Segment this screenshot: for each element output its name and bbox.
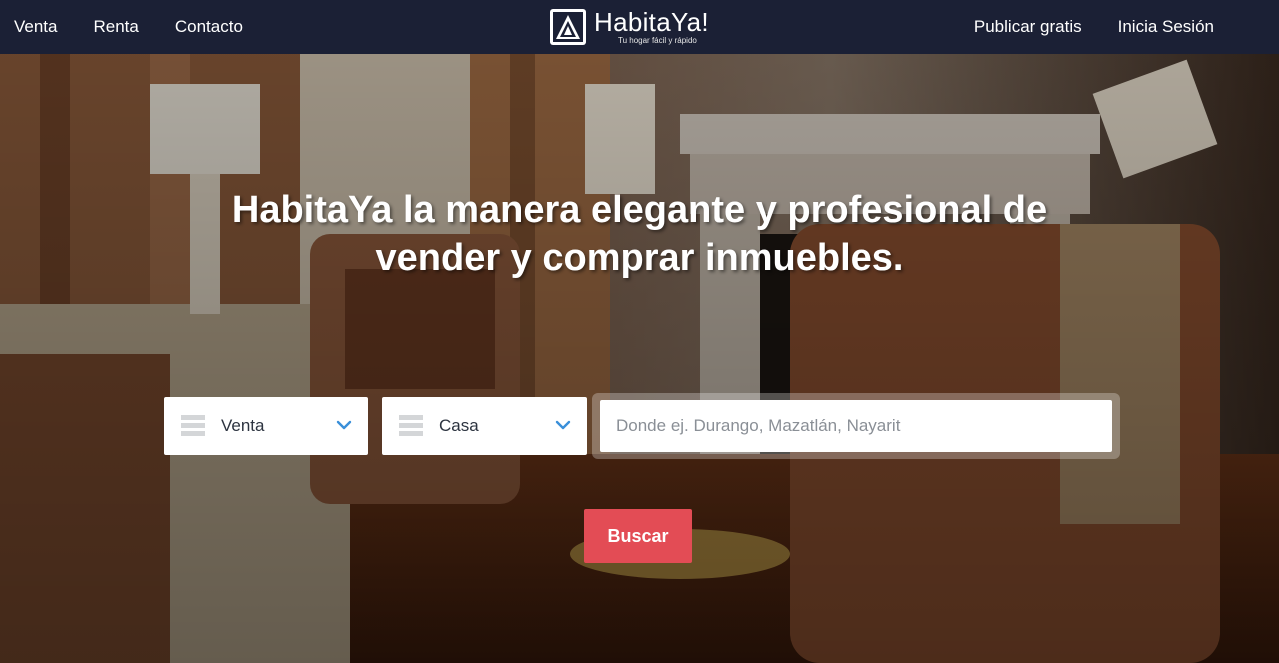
hero-headline: HabitaYa la manera elegante y profesiona… xyxy=(0,186,1279,282)
location-input-wrapper xyxy=(592,393,1120,459)
list-icon xyxy=(399,415,423,437)
property-type-select[interactable]: Casa xyxy=(382,397,587,455)
nav-left: Venta Renta Contacto xyxy=(14,0,279,54)
property-type-select-value: Casa xyxy=(439,416,479,435)
logo-icon xyxy=(550,9,586,45)
hero-headline-line1: HabitaYa la manera elegante y profesiona… xyxy=(231,189,1048,231)
top-navbar: Venta Renta Contacto HabitaYa! Tu hogar … xyxy=(0,0,1279,54)
nav-link-publicar-gratis[interactable]: Publicar gratis xyxy=(974,17,1082,37)
nav-link-renta[interactable]: Renta xyxy=(94,17,139,37)
hero-headline-line2: vender y comprar inmuebles. xyxy=(375,237,904,279)
nav-link-contacto[interactable]: Contacto xyxy=(175,17,243,37)
nav-link-iniciar-sesion[interactable]: Inicia Sesión xyxy=(1118,17,1214,37)
nav-link-venta[interactable]: Venta xyxy=(14,17,58,37)
search-button[interactable]: Buscar xyxy=(584,509,692,563)
location-search-input[interactable] xyxy=(600,400,1112,452)
list-icon xyxy=(181,415,205,437)
operation-select-value: Venta xyxy=(221,416,265,435)
hero-background-image xyxy=(0,54,1279,663)
hero-section: HabitaYa la manera elegante y profesiona… xyxy=(0,54,1279,663)
brand-name: HabitaYa! xyxy=(594,7,709,37)
brand-text: HabitaYa! Tu hogar fácil y rápido xyxy=(594,9,709,45)
operation-select[interactable]: Venta xyxy=(164,397,368,455)
chevron-down-icon xyxy=(555,420,571,430)
nav-right: Publicar gratis Inicia Sesión xyxy=(938,0,1214,54)
brand-logo-link[interactable]: HabitaYa! Tu hogar fácil y rápido xyxy=(550,6,709,48)
brand-tagline: Tu hogar fácil y rápido xyxy=(618,36,697,45)
chevron-down-icon xyxy=(336,420,352,430)
